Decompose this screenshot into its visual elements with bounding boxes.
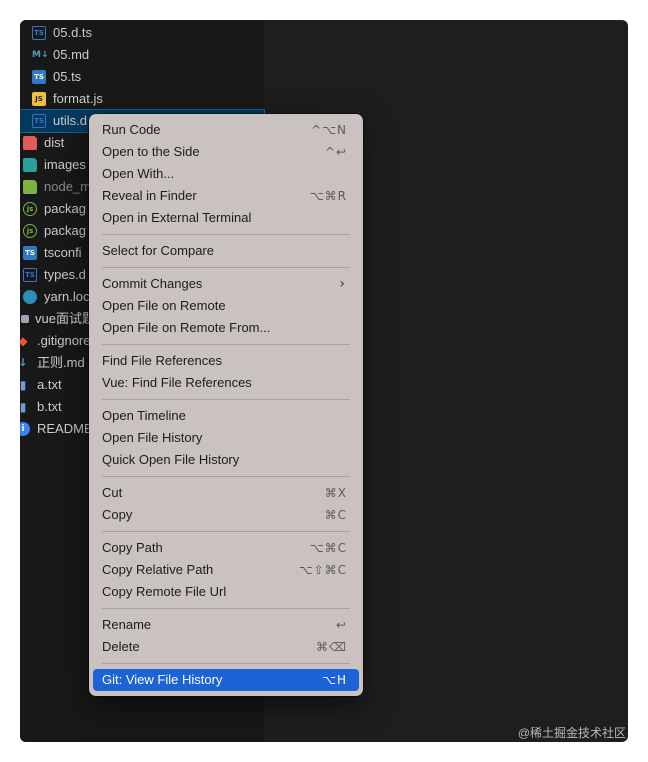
file-a-txt[interactable]: ▮ a.txt	[20, 374, 62, 396]
menu-delete[interactable]: Delete ⌘⌫	[93, 636, 359, 658]
nodejs-icon: js	[23, 202, 37, 216]
tsconfig-icon: TS	[23, 246, 37, 260]
menu-copy-relative-path[interactable]: Copy Relative Path ⌥⇧⌘C	[93, 559, 359, 581]
menu-copy[interactable]: Copy ⌘C	[93, 504, 359, 526]
menu-open-file-history[interactable]: Open File History	[93, 427, 359, 449]
yarn-icon	[23, 290, 37, 304]
ts-outline-icon: TS	[23, 268, 37, 282]
menu-reveal-in-finder[interactable]: Reveal in Finder ⌥⌘R	[93, 185, 359, 207]
ts-outline-icon: TS	[32, 26, 46, 40]
menu-open-with[interactable]: Open With...	[93, 163, 359, 185]
folder-dist-icon	[23, 136, 37, 150]
menu-run-code[interactable]: Run Code ^⌥N	[93, 119, 359, 141]
file-package-lock[interactable]: js packag	[23, 220, 86, 242]
git-icon: ◆	[20, 334, 28, 348]
menu-separator	[102, 663, 350, 664]
chevron-right-icon: ›	[339, 276, 345, 292]
file-05-ts[interactable]: TS 05.ts	[32, 66, 81, 88]
context-menu: Run Code ^⌥N Open to the Side ^↩ Open With…	[89, 114, 363, 696]
file-05-d-ts[interactable]: TS 05.d.ts	[32, 22, 92, 44]
text-file-icon: ▮	[20, 400, 27, 414]
file-types[interactable]: TS types.d	[23, 264, 86, 286]
menu-separator	[102, 476, 350, 477]
folder-images[interactable]: images	[23, 154, 86, 176]
folder-images-icon	[23, 158, 37, 172]
file-format-js[interactable]: JS format.js	[32, 88, 103, 110]
folder-node-modules[interactable]: node_m	[23, 176, 91, 198]
menu-separator	[102, 608, 350, 609]
menu-vue-find-file-references[interactable]: Vue: Find File References	[93, 372, 359, 394]
javascript-icon: JS	[32, 92, 46, 106]
file-readme[interactable]: i README	[20, 418, 93, 440]
menu-rename[interactable]: Rename ↩	[93, 614, 359, 636]
menu-git-view-file-history[interactable]: Git: View File History ⌥H	[93, 669, 359, 691]
menu-separator	[102, 234, 350, 235]
file-tsconfig[interactable]: TS tsconfi	[23, 242, 82, 264]
nodejs-icon: js	[23, 224, 37, 238]
menu-commit-changes[interactable]: Commit Changes ›	[93, 273, 359, 295]
watermark: @稀土掘金技术社区	[517, 726, 626, 740]
markdown-icon: M↓	[32, 50, 49, 60]
typescript-icon: TS	[32, 70, 46, 84]
menu-separator	[102, 399, 350, 400]
folder-node-icon	[23, 180, 37, 194]
menu-open-file-on-remote[interactable]: Open File on Remote	[93, 295, 359, 317]
folder-icon	[21, 315, 29, 323]
menu-separator	[102, 267, 350, 268]
file-05-md[interactable]: M↓ 05.md	[32, 44, 89, 66]
file-yarn-lock[interactable]: yarn.loc	[23, 286, 90, 308]
file-b-txt[interactable]: ▮ b.txt	[20, 396, 62, 418]
file-package[interactable]: js packag	[23, 198, 86, 220]
menu-copy-remote-file-url[interactable]: Copy Remote File Url	[93, 581, 359, 603]
ts-outline-icon: TS	[32, 114, 46, 128]
menu-cut[interactable]: Cut ⌘X	[93, 482, 359, 504]
markdown-icon: ↓	[20, 356, 28, 369]
menu-open-to-side[interactable]: Open to the Side ^↩	[93, 141, 359, 163]
menu-copy-path[interactable]: Copy Path ⌥⌘C	[93, 537, 359, 559]
file-gitignore[interactable]: ◆ .gitignore	[20, 330, 90, 352]
folder-vue[interactable]: vue面试题	[20, 308, 95, 330]
menu-separator	[102, 344, 350, 345]
folder-dist[interactable]: dist	[23, 132, 64, 154]
menu-open-external-terminal[interactable]: Open in External Terminal	[93, 207, 359, 229]
info-icon: i	[20, 422, 30, 436]
file-regex-md[interactable]: ↓ 正则.md	[20, 352, 85, 374]
menu-select-for-compare[interactable]: Select for Compare	[93, 240, 359, 262]
menu-open-file-on-remote-from[interactable]: Open File on Remote From...	[93, 317, 359, 339]
menu-separator	[102, 531, 350, 532]
text-file-icon: ▮	[20, 378, 27, 392]
menu-open-timeline[interactable]: Open Timeline	[93, 405, 359, 427]
menu-quick-open-file-history[interactable]: Quick Open File History	[93, 449, 359, 471]
menu-find-file-references[interactable]: Find File References	[93, 350, 359, 372]
